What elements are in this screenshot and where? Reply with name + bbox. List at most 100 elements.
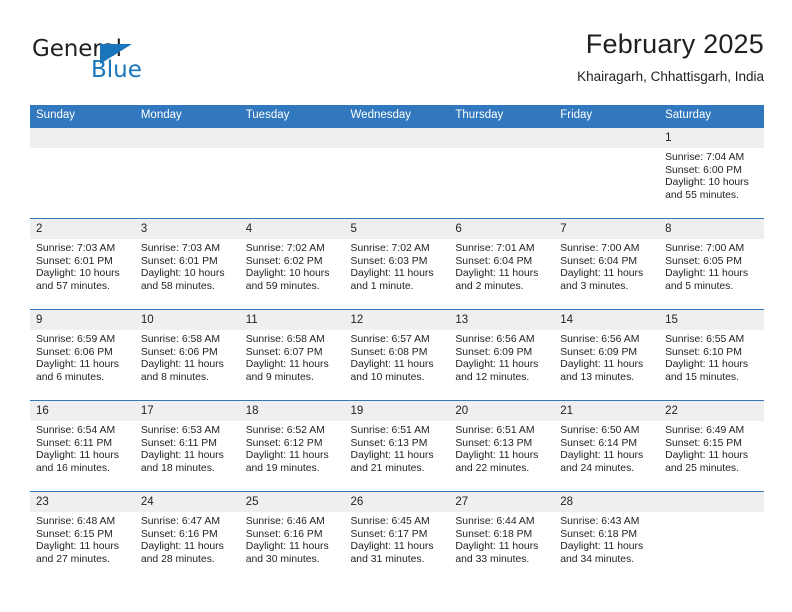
day-cell[interactable] (659, 491, 764, 582)
calendar-week-row: 23 Sunrise: 6:48 AM Sunset: 6:15 PM Dayligh… (30, 491, 764, 582)
day-cell[interactable]: 16 Sunrise: 6:54 AM Sunset: 6:11 PM Dayligh… (30, 400, 135, 492)
day-details: Sunrise: 6:56 AM Sunset: 6:09 PM Daylight:… (449, 330, 554, 384)
day-number (134, 128, 240, 148)
day-cell[interactable]: 11 Sunrise: 6:58 AM Sunset: 6:07 PM Dayligh… (239, 309, 345, 401)
title-block: February 2025 Khairagarh, Chhattisgarh, … (577, 28, 764, 85)
daylight-text-line2: and 18 minutes. (140, 462, 215, 474)
daylight-text-line1: Daylight: 10 hours (140, 268, 225, 280)
daylight-text-line1: Daylight: 11 hours (665, 359, 749, 371)
sunset-text: Sunset: 6:10 PM (665, 346, 742, 358)
day-cell[interactable]: 20 Sunrise: 6:51 AM Sunset: 6:13 PM Dayligh… (449, 400, 555, 492)
day-details: Sunrise: 6:58 AM Sunset: 6:07 PM Daylight:… (240, 330, 345, 384)
daylight-text-line1: Daylight: 11 hours (245, 359, 329, 371)
day-cell[interactable]: 28 Sunrise: 6:43 AM Sunset: 6:18 PM Dayligh… (554, 491, 660, 582)
daylight-text-line2: and 5 minutes. (665, 280, 734, 292)
day-details: Sunrise: 7:01 AM Sunset: 6:04 PM Daylight:… (449, 239, 554, 293)
sunrise-text: Sunrise: 6:55 AM (665, 334, 745, 345)
day-details: Sunrise: 7:03 AM Sunset: 6:01 PM Daylight:… (30, 239, 135, 293)
sunset-text: Sunset: 6:18 PM (560, 528, 638, 540)
sunset-text: Sunset: 6:16 PM (140, 528, 218, 540)
daylight-text-line2: and 15 minutes. (665, 371, 739, 383)
daylight-text-line1: Daylight: 11 hours (140, 359, 224, 371)
weekday-header-row: Sunday Monday Tuesday Wednesday Thursday… (30, 105, 764, 128)
daylight-text-line2: and 27 minutes. (36, 553, 110, 565)
day-cell[interactable]: 5 Sunrise: 7:02 AM Sunset: 6:03 PM Daylight… (344, 218, 450, 310)
day-cell[interactable]: 8 Sunrise: 7:00 AM Sunset: 6:05 PM Daylight… (659, 218, 764, 310)
day-cell[interactable] (554, 127, 660, 219)
sunrise-text: Sunrise: 6:57 AM (350, 334, 430, 345)
day-details: Sunrise: 7:02 AM Sunset: 6:03 PM Daylight:… (345, 239, 450, 293)
daylight-text-line2: and 19 minutes. (245, 462, 320, 474)
day-cell[interactable]: 26 Sunrise: 6:45 AM Sunset: 6:17 PM Dayligh… (344, 491, 450, 582)
day-cell[interactable]: 1 Sunrise: 7:04 AM Sunset: 6:00 PM Daylight… (659, 127, 764, 219)
day-cell[interactable]: 21 Sunrise: 6:50 AM Sunset: 6:14 PM Dayligh… (554, 400, 660, 492)
day-cell[interactable]: 7 Sunrise: 7:00 AM Sunset: 6:04 PM Daylight… (554, 218, 660, 310)
sunset-text: Sunset: 6:13 PM (455, 437, 533, 449)
day-details: Sunrise: 6:59 AM Sunset: 6:06 PM Daylight:… (30, 330, 135, 384)
day-details: Sunrise: 6:56 AM Sunset: 6:09 PM Daylight:… (554, 330, 659, 384)
sunrise-text: Sunrise: 6:49 AM (665, 425, 745, 436)
day-cell[interactable]: 10 Sunrise: 6:58 AM Sunset: 6:06 PM Dayligh… (134, 309, 240, 401)
day-cell[interactable]: 13 Sunrise: 6:56 AM Sunset: 6:09 PM Dayligh… (449, 309, 555, 401)
day-cell[interactable] (449, 127, 555, 219)
daylight-text-line1: Daylight: 11 hours (560, 450, 644, 462)
daylight-text-line2: and 8 minutes. (140, 371, 210, 383)
sunrise-text: Sunrise: 6:45 AM (350, 516, 430, 527)
sunrise-text: Sunrise: 6:50 AM (560, 425, 640, 436)
day-cell[interactable]: 25 Sunrise: 6:46 AM Sunset: 6:16 PM Dayligh… (239, 491, 345, 582)
day-cell[interactable]: 19 Sunrise: 6:51 AM Sunset: 6:13 PM Dayligh… (344, 400, 450, 492)
sunrise-text: Sunrise: 7:01 AM (455, 243, 535, 254)
day-cell[interactable]: 4 Sunrise: 7:02 AM Sunset: 6:02 PM Daylight… (239, 218, 345, 310)
daylight-text-line1: Daylight: 11 hours (665, 450, 749, 462)
day-cell[interactable] (239, 127, 345, 219)
sunset-text: Sunset: 6:17 PM (350, 528, 428, 540)
day-cell[interactable]: 23 Sunrise: 6:48 AM Sunset: 6:15 PM Dayligh… (30, 491, 135, 582)
day-number: 10 (134, 310, 240, 330)
day-cell[interactable]: 2 Sunrise: 7:03 AM Sunset: 6:01 PM Daylight… (30, 218, 135, 310)
sunrise-text: Sunrise: 7:03 AM (36, 243, 116, 254)
day-number: 24 (134, 492, 240, 512)
day-details: Sunrise: 7:00 AM Sunset: 6:05 PM Daylight:… (659, 239, 764, 293)
daylight-text-line1: Daylight: 11 hours (455, 359, 539, 371)
daylight-text-line2: and 24 minutes. (560, 462, 635, 474)
day-cell[interactable]: 24 Sunrise: 6:47 AM Sunset: 6:16 PM Dayligh… (134, 491, 240, 582)
sunset-text: Sunset: 6:15 PM (665, 437, 742, 449)
day-cell[interactable] (134, 127, 240, 219)
day-cell[interactable] (30, 127, 135, 219)
day-cell[interactable]: 12 Sunrise: 6:57 AM Sunset: 6:08 PM Dayligh… (344, 309, 450, 401)
sunrise-text: Sunrise: 6:48 AM (36, 516, 116, 527)
day-cell[interactable]: 3 Sunrise: 7:03 AM Sunset: 6:01 PM Daylight… (134, 218, 240, 310)
sunrise-text: Sunrise: 6:51 AM (455, 425, 535, 436)
daylight-text-line1: Daylight: 11 hours (350, 268, 434, 280)
daylight-text-line1: Daylight: 11 hours (455, 450, 539, 462)
weekday-header-sunday: Sunday (30, 105, 135, 128)
sunset-text: Sunset: 6:02 PM (245, 255, 323, 267)
sunrise-text: Sunrise: 7:02 AM (245, 243, 325, 254)
daylight-text-line2: and 6 minutes. (36, 371, 105, 383)
day-number: 2 (30, 219, 135, 239)
day-cell[interactable]: 22 Sunrise: 6:49 AM Sunset: 6:15 PM Dayligh… (659, 400, 764, 492)
day-cell[interactable]: 15 Sunrise: 6:55 AM Sunset: 6:10 PM Dayligh… (659, 309, 764, 401)
day-number: 6 (449, 219, 555, 239)
daylight-text-line2: and 57 minutes. (36, 280, 110, 292)
sunrise-text: Sunrise: 6:44 AM (455, 516, 535, 527)
day-details: Sunrise: 6:44 AM Sunset: 6:18 PM Daylight:… (449, 512, 554, 566)
sunrise-text: Sunrise: 6:51 AM (350, 425, 430, 436)
general-blue-logo[interactable]: General Blue (32, 36, 222, 88)
day-cell[interactable]: 6 Sunrise: 7:01 AM Sunset: 6:04 PM Daylight… (449, 218, 555, 310)
day-cell[interactable]: 18 Sunrise: 6:52 AM Sunset: 6:12 PM Dayligh… (239, 400, 345, 492)
daylight-text-line2: and 10 minutes. (350, 371, 425, 383)
day-cell[interactable] (344, 127, 450, 219)
sunrise-text: Sunrise: 7:04 AM (665, 152, 745, 163)
day-cell[interactable]: 27 Sunrise: 6:44 AM Sunset: 6:18 PM Dayligh… (449, 491, 555, 582)
daylight-text-line2: and 30 minutes. (245, 553, 320, 565)
daylight-text-line1: Daylight: 10 hours (36, 268, 120, 280)
sunset-text: Sunset: 6:03 PM (350, 255, 428, 267)
day-details: Sunrise: 6:48 AM Sunset: 6:15 PM Daylight:… (30, 512, 135, 566)
daylight-text-line1: Daylight: 11 hours (36, 359, 119, 371)
day-cell[interactable]: 9 Sunrise: 6:59 AM Sunset: 6:06 PM Daylight… (30, 309, 135, 401)
day-cell[interactable]: 17 Sunrise: 6:53 AM Sunset: 6:11 PM Dayligh… (134, 400, 240, 492)
day-details: Sunrise: 6:51 AM Sunset: 6:13 PM Daylight:… (449, 421, 554, 475)
day-cell[interactable]: 14 Sunrise: 6:56 AM Sunset: 6:09 PM Dayligh… (554, 309, 660, 401)
day-number: 11 (239, 310, 345, 330)
